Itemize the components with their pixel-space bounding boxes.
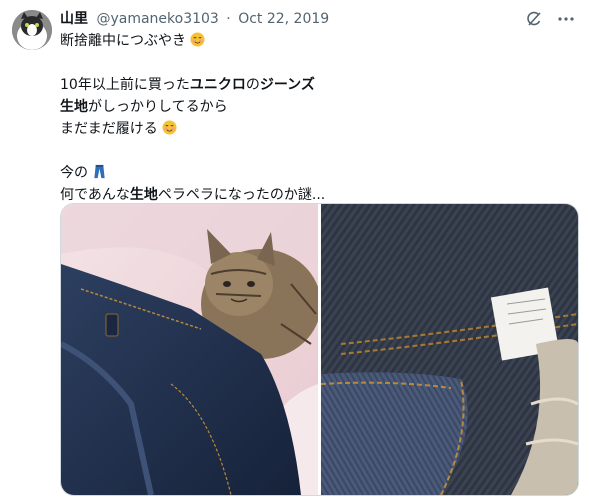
tweet-line-4: まだまだ履ける: [60, 118, 575, 140]
avatar-image: [12, 10, 52, 50]
tweet-line-1: 断捨離中につぶやき: [60, 30, 575, 52]
grok-icon[interactable]: [525, 10, 543, 28]
media-grid: [60, 203, 579, 496]
jeans-icon: [94, 164, 106, 179]
tweet-line-2: 10年以上前に買ったユニクロのジーンズ: [60, 77, 315, 93]
avatar[interactable]: [12, 10, 52, 50]
tweet-actions-top: [525, 10, 575, 28]
photo-jeans-detail[interactable]: [321, 204, 578, 495]
tweet-text: 断捨離中につぶやき 10年以上前に買ったユニクロのジーンズ 生地がしっかりしてる…: [60, 30, 575, 206]
photo-cat-jeans[interactable]: [61, 204, 318, 495]
tweet-line-3: 生地がしっかりしてるから: [60, 99, 228, 115]
separator-dot: ·: [226, 11, 231, 27]
tweet-date[interactable]: Oct 22, 2019: [238, 11, 329, 27]
tweet-header: 山里 @yamaneko3103 · Oct 22, 2019: [60, 9, 577, 29]
user-handle[interactable]: @yamaneko3103: [96, 11, 218, 27]
tweet-line-5: 今の: [60, 162, 575, 184]
smiling-face-icon: [162, 120, 177, 135]
more-icon[interactable]: [557, 10, 575, 28]
display-name[interactable]: 山里: [60, 11, 88, 27]
smiling-face-icon: [190, 32, 205, 47]
